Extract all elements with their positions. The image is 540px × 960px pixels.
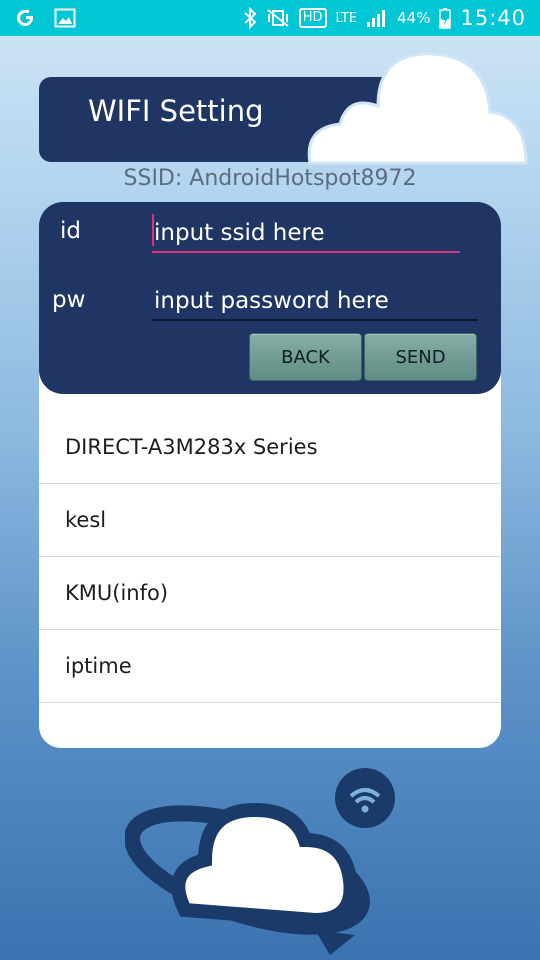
signal-icon <box>366 8 388 28</box>
page-title: WIFI Setting <box>88 94 264 128</box>
network-list-item[interactable]: iptime <box>39 629 501 703</box>
current-ssid-label: SSID: AndroidHotspot8972 <box>123 166 417 191</box>
network-list-item[interactable]: kesl <box>39 483 501 557</box>
password-input-underline <box>152 319 478 321</box>
id-field-label: id <box>60 218 81 244</box>
back-button[interactable]: BACK <box>249 333 362 381</box>
clock: 15:40 <box>460 6 526 30</box>
bluetooth-icon <box>243 7 257 29</box>
hd-voice-icon: HD <box>298 8 327 28</box>
status-bar: HD LTE 44% 15:40 <box>0 0 540 36</box>
ssid-input[interactable] <box>152 216 460 250</box>
battery-charging-icon <box>439 7 452 29</box>
text-cursor <box>152 214 154 246</box>
network-list-item[interactable]: DIRECT-A3M283x Series <box>39 410 501 484</box>
password-input[interactable] <box>152 284 478 318</box>
lte-icon: LTE <box>335 10 358 26</box>
send-button[interactable]: SEND <box>364 333 477 381</box>
ssid-input-underline <box>152 251 460 253</box>
vibrate-mute-icon <box>266 8 290 28</box>
battery-percent: 44% <box>397 9 431 27</box>
app-notification-icon <box>14 7 36 29</box>
cloud-wifi-logo-icon <box>124 760 415 960</box>
network-list-item[interactable]: KMU(info) <box>39 556 501 630</box>
pw-field-label: pw <box>52 287 86 313</box>
gallery-notification-icon <box>54 8 76 28</box>
cloud-icon <box>300 40 530 174</box>
